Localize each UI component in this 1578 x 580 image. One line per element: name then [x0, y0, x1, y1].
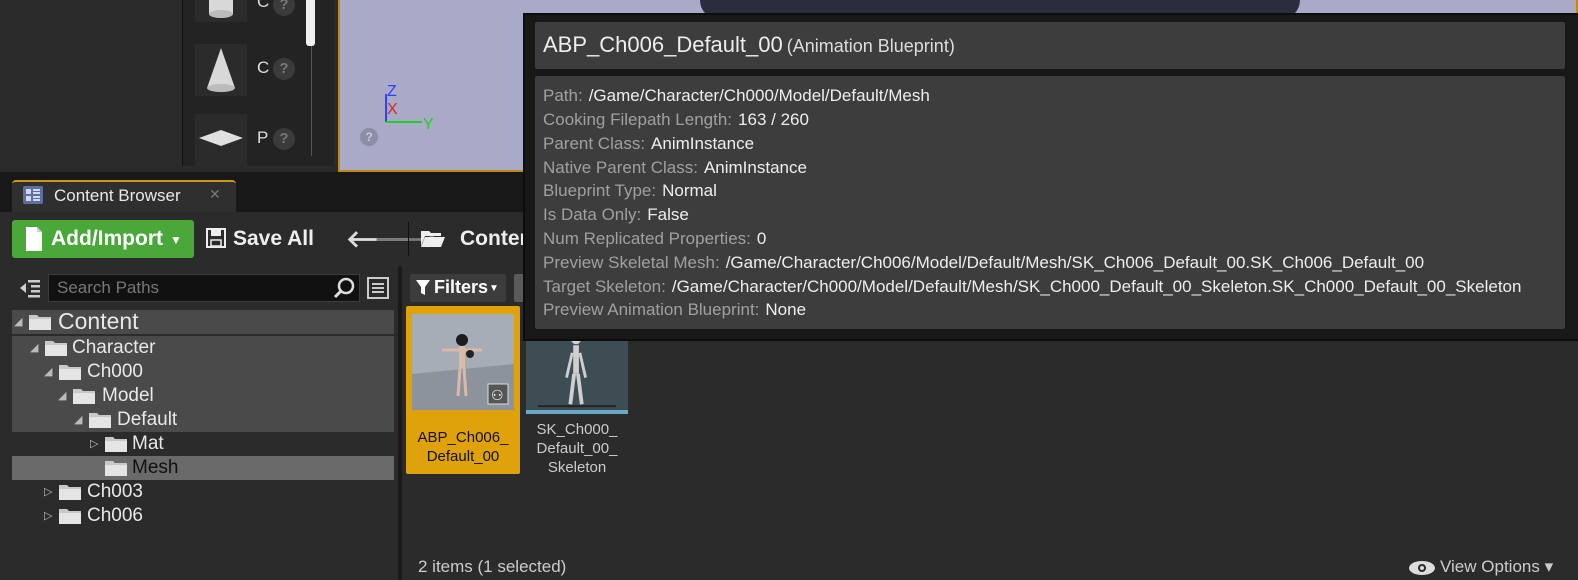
character-thumbnail-icon: ⚇ [412, 314, 514, 410]
content-browser-icon [23, 186, 43, 204]
z-axis-label: Z [387, 83, 397, 100]
place-item-label: C [257, 0, 270, 11]
place-panel-scrollbar[interactable] [306, 0, 315, 46]
tree-item-ch000[interactable]: ◢ Ch000 [12, 360, 394, 384]
sources-toggle-icon[interactable] [18, 276, 42, 300]
help-icon[interactable]: ? [273, 58, 295, 80]
tree-item-label: Mat [132, 433, 164, 454]
tree-item-label: Ch006 [87, 505, 143, 526]
tooltip-row: Target Skeleton:/Game/Character/Ch000/Mo… [543, 277, 1522, 296]
view-options-button[interactable]: View Options ▾ [1440, 557, 1553, 577]
tree-item-model[interactable]: ◢ Model [12, 384, 394, 408]
tree-item-ch006[interactable]: ▷ Ch006 [12, 504, 394, 528]
new-file-icon [26, 227, 42, 251]
tree-item-label: Model [102, 385, 154, 406]
tree-item-label: Character [72, 337, 156, 358]
tree-item-mesh[interactable]: Mesh [12, 456, 394, 480]
folder-icon [45, 341, 67, 356]
skeleton-thumbnail-icon [526, 330, 628, 414]
tooltip-row: Cooking Filepath Length: 163 / 260 [543, 110, 809, 129]
help-icon[interactable]: ? [360, 128, 378, 146]
search-icon[interactable] [332, 276, 356, 300]
folder-icon [29, 315, 51, 330]
filters-label: Filters [434, 277, 489, 297]
tree-item-label: Content [58, 308, 139, 334]
tooltip-asset-name: ABP_Ch006_Default_00 [543, 32, 783, 57]
tooltip-row: Native Parent Class: AnimInstance [543, 158, 807, 177]
close-icon[interactable]: ✕ [209, 186, 221, 203]
tab-label: Content Browser [54, 186, 181, 205]
tooltip-row: Preview Skeletal Mesh:/Game/Character/Ch… [543, 253, 1425, 272]
chevron-down-icon: ▼ [489, 283, 499, 294]
asset-label: ABP_Ch006_ Default_00 [417, 429, 509, 465]
panel-splitter[interactable] [398, 266, 402, 580]
save-all-button[interactable]: Save All [233, 227, 314, 251]
folder-icon [105, 437, 127, 452]
tree-item-label: Mesh [132, 457, 179, 478]
expand-caret-icon[interactable]: ◢ [30, 341, 38, 354]
tooltip-row: Num Replicated Properties: 0 [543, 229, 767, 248]
cylinder-icon[interactable] [195, 0, 247, 22]
collapse-caret-icon[interactable]: ▷ [44, 485, 52, 498]
axis-gizmo-icon: Z X Y [385, 83, 434, 130]
tooltip-row: Path:/Game/Character/Ch000/Model/Default… [543, 86, 930, 105]
eye-icon[interactable] [1408, 560, 1436, 576]
tree-item-label: Ch003 [87, 481, 143, 502]
tree-item-ch003[interactable]: ▷ Ch003 [12, 480, 394, 504]
cone-icon[interactable] [195, 44, 247, 96]
expand-caret-icon[interactable]: ◢ [44, 365, 52, 378]
breadcrumb-content[interactable]: Conten [460, 227, 532, 251]
place-item-label: C [257, 58, 270, 77]
asset-label[interactable]: SK_Ch000_ Default_00_ Skeleton [524, 420, 630, 477]
help-icon[interactable]: ? [273, 0, 295, 16]
tree-item-character[interactable]: ◢ Character [12, 336, 394, 360]
folder-open-icon[interactable] [420, 228, 446, 248]
tooltip-row: Preview Animation Blueprint: None [543, 300, 807, 319]
x-axis-label: X [387, 101, 398, 118]
tooltip-row: Parent Class: AnimInstance [543, 134, 755, 153]
tooltip-row: Blueprint Type: Normal [543, 181, 717, 200]
help-icon[interactable]: ? [273, 128, 295, 150]
folder-icon [105, 461, 127, 476]
tree-item-label: Ch000 [87, 361, 143, 382]
tooltip-asset-type: (Animation Blueprint) [786, 36, 955, 56]
scrollbar-track [311, 46, 312, 156]
tree-item-mat[interactable]: ▷ Mat [12, 432, 394, 456]
tree-item-content[interactable]: ◢ Content [12, 308, 394, 334]
collapse-caret-icon[interactable]: ▷ [90, 437, 98, 450]
folder-icon [59, 509, 81, 524]
tooltip-title: ABP_Ch006_Default_00 (Animation Blueprint… [543, 32, 955, 58]
filter-icon [416, 280, 430, 295]
add-import-label: Add/Import [51, 227, 163, 250]
expand-caret-icon[interactable]: ◢ [14, 315, 22, 328]
list-menu-icon[interactable] [366, 276, 390, 300]
toolbar-divider [408, 222, 409, 256]
folder-icon [59, 365, 81, 380]
save-icon[interactable] [206, 228, 226, 248]
y-axis-label: Y [423, 116, 434, 130]
folder-icon [59, 485, 81, 500]
chevron-down-icon: ▼ [170, 233, 182, 247]
tooltip-row: Is Data Only: False [543, 205, 689, 224]
collapse-caret-icon[interactable]: ▷ [44, 509, 52, 522]
item-count-status: 2 items (1 selected) [418, 557, 567, 576]
plane-icon[interactable] [195, 114, 247, 166]
expand-caret-icon[interactable]: ◢ [74, 413, 82, 426]
expand-caret-icon[interactable]: ◢ [58, 389, 66, 402]
place-item-label: P [257, 128, 269, 147]
folder-icon [73, 389, 95, 404]
search-paths-input[interactable] [48, 274, 360, 302]
svg-text:⚇: ⚇ [491, 388, 504, 404]
tree-item-default[interactable]: ◢ Default [12, 408, 394, 432]
tree-item-label: Default [117, 409, 178, 430]
folder-icon [89, 413, 111, 428]
